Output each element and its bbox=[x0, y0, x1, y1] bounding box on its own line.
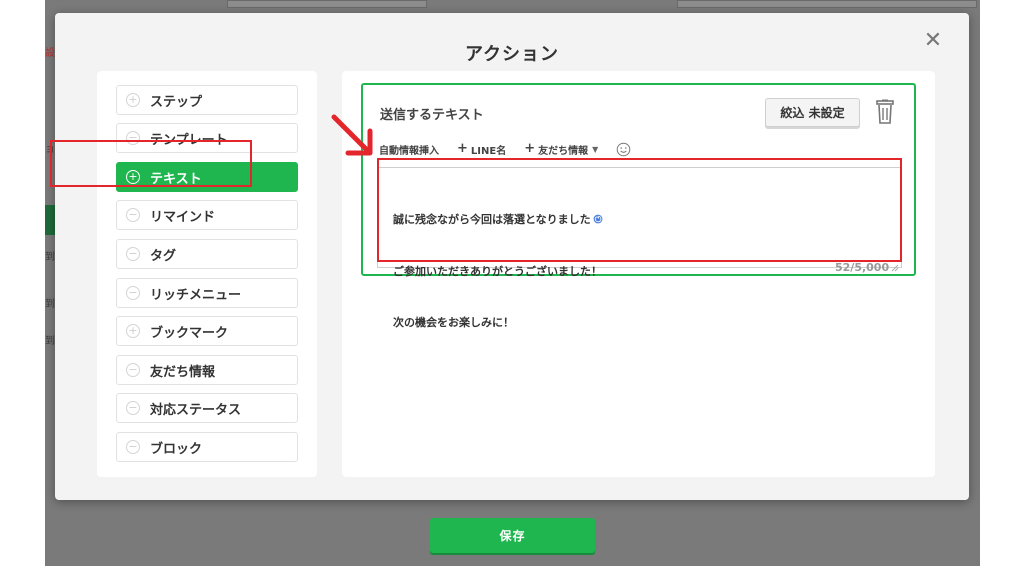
menu-item-tag[interactable]: − タグ bbox=[116, 239, 298, 269]
menu-item-label: ブックマーク bbox=[150, 325, 229, 341]
menu-item-step[interactable]: + ステップ bbox=[116, 85, 298, 115]
emoji-icon[interactable] bbox=[616, 142, 631, 157]
menu-item-label: タグ bbox=[150, 248, 177, 264]
menu-item-friend-info[interactable]: − 友だち情報 bbox=[116, 355, 298, 385]
annotation-highlight-textarea bbox=[377, 158, 902, 262]
plus-circle-icon: + bbox=[126, 93, 140, 107]
filter-button[interactable]: 絞込 未設定 bbox=[765, 98, 860, 127]
minus-circle-icon: − bbox=[126, 247, 140, 261]
background-text-fragment: 到 bbox=[45, 252, 55, 263]
background-top-box bbox=[227, 0, 427, 8]
minus-circle-icon: − bbox=[126, 401, 140, 415]
menu-item-bookmark[interactable]: + ブックマーク bbox=[116, 316, 298, 346]
trash-icon[interactable] bbox=[873, 99, 897, 125]
menu-item-label: リマインド bbox=[150, 209, 216, 225]
menu-item-status[interactable]: − 対応ステータス bbox=[116, 393, 298, 423]
menu-item-label: ブロック bbox=[150, 441, 203, 457]
editor-title: 送信するテキスト bbox=[380, 108, 484, 123]
auto-insert-label: 自動情報挿入 bbox=[379, 145, 439, 157]
menu-item-label: 対応ステータス bbox=[150, 402, 242, 418]
action-detail-panel: 送信するテキスト 絞込 未設定 自動情報挿入 + LINE名 + 友だち情報 ▼… bbox=[342, 71, 935, 477]
screen: 設 ョ 到 到 到 アクション ✕ + ステップ − テンプレート + テキスト… bbox=[0, 0, 1024, 576]
insert-friend-info-dropdown[interactable]: + 友だち情報 ▼ bbox=[524, 142, 598, 157]
menu-item-label: リッチメニュー bbox=[150, 287, 242, 303]
insert-toolbar: 自動情報挿入 + LINE名 + 友だち情報 ▼ bbox=[379, 141, 631, 157]
menu-item-block[interactable]: − ブロック bbox=[116, 432, 298, 462]
insert-line-name-label: LINE名 bbox=[470, 145, 507, 157]
character-count: 52/5,000 bbox=[835, 261, 890, 274]
minus-circle-icon: − bbox=[126, 440, 140, 454]
plus-icon: + bbox=[524, 141, 536, 156]
minus-circle-icon: − bbox=[126, 363, 140, 377]
plus-circle-icon: + bbox=[126, 324, 140, 338]
annotation-highlight-menu bbox=[50, 140, 252, 187]
action-type-menu: + ステップ − テンプレート + テキスト − リマインド − タグ − リッ… bbox=[97, 71, 317, 477]
menu-item-label: ステップ bbox=[150, 94, 203, 110]
message-line: ご参加いただきありがとうございました！ bbox=[393, 265, 602, 278]
modal-title: アクション bbox=[464, 44, 560, 65]
message-line: 次の機会をお楽しみに！ bbox=[393, 316, 514, 329]
minus-circle-icon: − bbox=[126, 286, 140, 300]
menu-item-remind[interactable]: − リマインド bbox=[116, 200, 298, 230]
save-button[interactable]: 保存 bbox=[430, 518, 595, 553]
caret-down-icon: ▼ bbox=[592, 144, 599, 154]
close-icon[interactable]: ✕ bbox=[921, 29, 945, 53]
background-top-box bbox=[677, 0, 977, 8]
background-text-fragment: 到 bbox=[45, 299, 55, 310]
insert-line-name-button[interactable]: + LINE名 bbox=[457, 142, 506, 157]
minus-circle-icon: − bbox=[126, 208, 140, 222]
menu-item-label: 友だち情報 bbox=[150, 364, 216, 380]
insert-friend-info-label: 友だち情報 bbox=[538, 145, 589, 157]
plus-icon: + bbox=[457, 141, 468, 156]
background-text-fragment: 到 bbox=[45, 336, 55, 347]
annotation-arrow-icon bbox=[330, 113, 378, 161]
menu-item-rich-menu[interactable]: − リッチメニュー bbox=[116, 278, 298, 308]
